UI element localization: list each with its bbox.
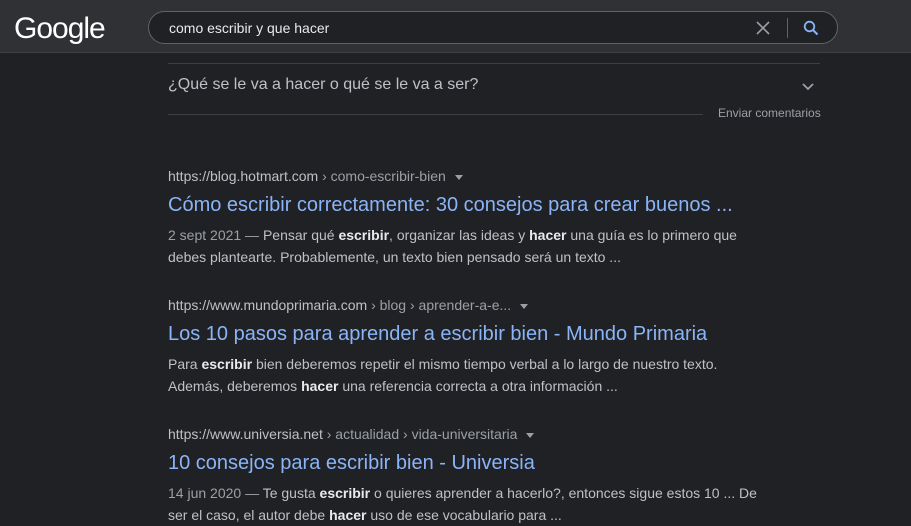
snippet-text: uso de ese vocabulario para ...: [366, 507, 562, 523]
search-button[interactable]: [800, 17, 822, 39]
snippet-date: 14 jun 2020 —: [168, 485, 263, 501]
clear-search-button[interactable]: [753, 18, 773, 38]
search-result: https://www.mundoprimaria.com › blog › a…: [168, 295, 768, 397]
related-question-text: ¿Qué se le va a hacer o qué se le va a s…: [168, 76, 479, 93]
snippet-keyword: hacer: [329, 507, 367, 523]
top-bar: Google: [0, 0, 911, 53]
close-icon: [756, 21, 770, 35]
snippet-keyword: escribir: [319, 485, 371, 501]
result-snippet: 14 jun 2020 — Te gusta escribir o quiere…: [168, 482, 768, 526]
result-title-link[interactable]: Cómo escribir correctamente: 30 consejos…: [168, 192, 768, 218]
snippet-keyword: escribir: [338, 227, 390, 243]
snippet-text: una referencia correcta a otra informaci…: [338, 378, 618, 394]
caret-down-icon[interactable]: [526, 432, 535, 438]
snippet-keyword: escribir: [201, 356, 253, 372]
related-question[interactable]: ¿Qué se le va a hacer o qué se le va a s…: [168, 63, 820, 107]
result-url-domain: https://blog.hotmart.com: [168, 168, 319, 184]
snippet-keyword: hacer: [529, 227, 567, 243]
result-snippet: 2 sept 2021 — Pensar qué escribir, organ…: [168, 224, 768, 268]
result-title-link[interactable]: 10 consejos para escribir bien - Univers…: [168, 450, 768, 476]
result-snippet: Para escribir bien deberemos repetir el …: [168, 353, 768, 397]
search-divider: [787, 18, 788, 38]
faq-divider: [168, 114, 703, 115]
caret-down-icon[interactable]: [454, 174, 463, 180]
search-result: https://blog.hotmart.com › como-escribir…: [168, 166, 768, 268]
snippet-keyword: hacer: [301, 378, 339, 394]
caret-down-icon[interactable]: [520, 303, 529, 309]
result-url[interactable]: https://www.universia.net › actualidad ›…: [168, 424, 768, 444]
result-url-path: › como-escribir-bien: [318, 168, 446, 184]
snippet-text: Te gusta: [262, 485, 320, 501]
result-url-path: › blog › aprender-a-e...: [367, 297, 512, 313]
snippet-date: 2 sept 2021 —: [168, 227, 263, 243]
send-feedback-link[interactable]: Enviar comentarios: [718, 106, 821, 120]
snippet-text: Pensar qué: [262, 227, 339, 243]
result-url[interactable]: https://www.mundoprimaria.com › blog › a…: [168, 295, 768, 315]
google-logo[interactable]: Google: [14, 9, 106, 49]
search-box[interactable]: [148, 11, 838, 44]
result-url-domain: https://www.mundoprimaria.com: [168, 297, 368, 313]
chevron-down-icon[interactable]: [800, 78, 816, 94]
result-url-path: › actualidad › vida-universitaria: [322, 426, 518, 442]
snippet-text: , organizar las ideas y: [389, 227, 530, 243]
search-input[interactable]: [169, 18, 729, 38]
snippet-text: Para: [168, 356, 202, 372]
search-icon: [803, 20, 819, 36]
result-url-domain: https://www.universia.net: [168, 426, 323, 442]
result-title-link[interactable]: Los 10 pasos para aprender a escribir bi…: [168, 321, 768, 347]
result-url[interactable]: https://blog.hotmart.com › como-escribir…: [168, 166, 768, 186]
